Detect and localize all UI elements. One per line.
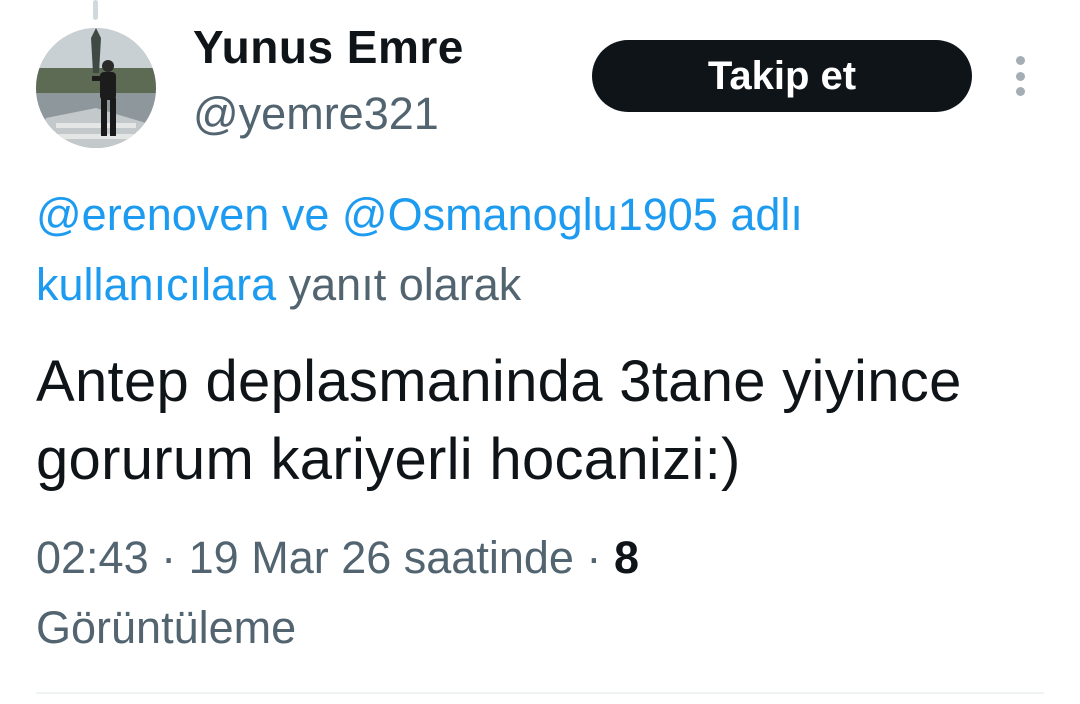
meta-separator: · <box>586 532 602 583</box>
divider <box>36 692 1044 694</box>
reply-context: @erenoven ve @Osmanoglu1905 adlı kullanı… <box>36 180 1016 320</box>
tweet-meta: 02:43 · 19 Mar 26 saatinde · 8 Görüntülem… <box>36 523 1036 663</box>
tweet-date[interactable]: 19 Mar 26 saatinde <box>189 532 574 583</box>
more-vertical-icon[interactable] <box>1007 56 1033 96</box>
avatar-photo <box>36 28 156 148</box>
thread-connector-line <box>93 0 98 20</box>
follow-button[interactable]: Takip et <box>592 40 972 112</box>
mention-link-erenoven[interactable]: @erenoven <box>36 189 269 240</box>
meta-separator: · <box>161 532 177 583</box>
reply-connector: ve <box>281 189 330 240</box>
author-name[interactable]: Yunus Emre <box>193 20 464 74</box>
views-count: 8 <box>613 532 639 583</box>
mention-link-osmanoglu1905[interactable]: @Osmanoglu1905 <box>342 189 718 240</box>
tweet-text: Antep deplasmaninda 3tane yiyince goruru… <box>36 349 962 492</box>
avatar[interactable] <box>36 28 156 148</box>
tweet-time[interactable]: 02:43 <box>36 532 149 583</box>
author-handle[interactable]: @yemre321 <box>193 88 439 140</box>
views-label: Görüntüleme <box>36 602 297 653</box>
reply-suffix: yanıt olarak <box>288 259 522 310</box>
